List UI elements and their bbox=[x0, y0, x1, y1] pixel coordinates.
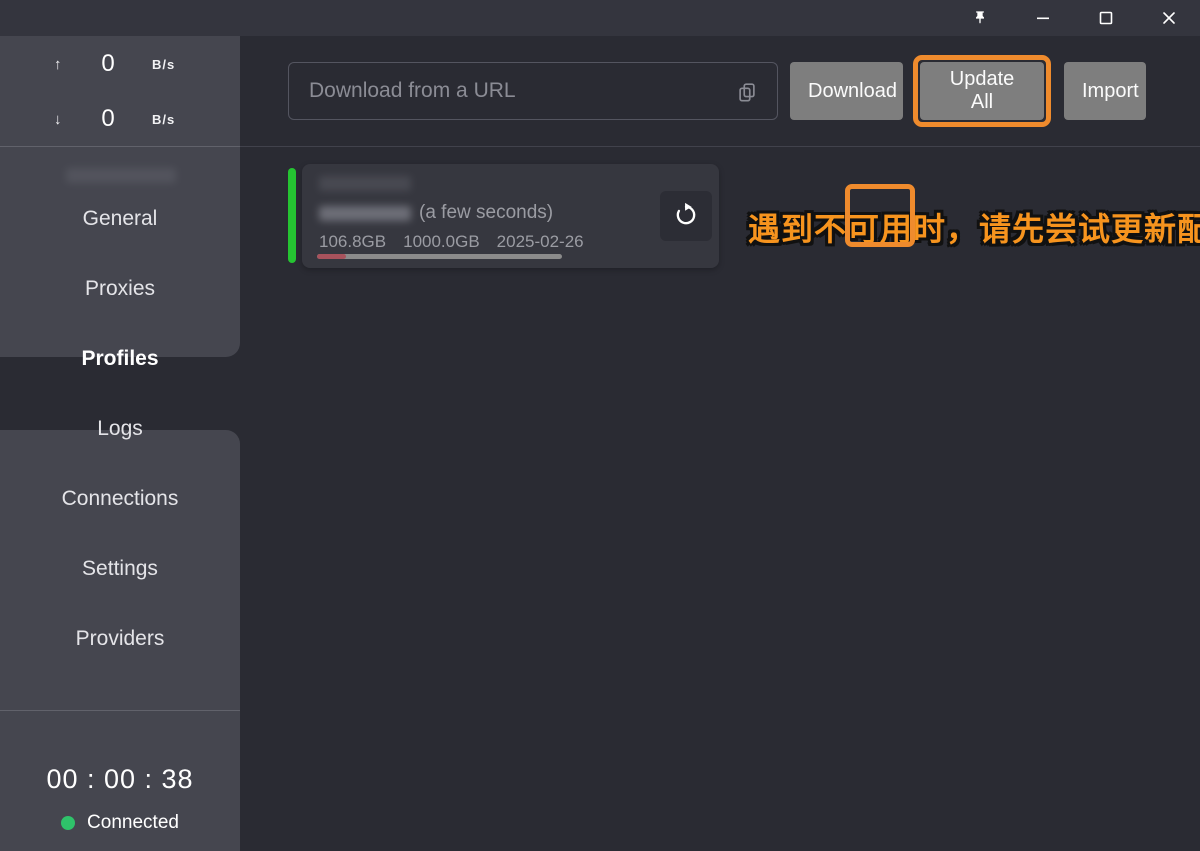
download-speed-row: ↓ 0 B/s bbox=[0, 104, 240, 134]
profile-url-redacted bbox=[319, 206, 411, 221]
sidebar-item-profiles[interactable]: Profiles bbox=[0, 324, 240, 394]
status-label: Connected bbox=[87, 812, 179, 834]
sidebar-item-connections[interactable]: Connections bbox=[0, 464, 240, 534]
close-button[interactable] bbox=[1137, 0, 1200, 36]
profile-subtitle-row: (a few seconds) bbox=[319, 202, 553, 224]
sidebar-item-providers[interactable]: Providers bbox=[0, 604, 240, 674]
sidebar-divider-bottom bbox=[0, 710, 240, 711]
traffic-total: 1000.0GB bbox=[403, 232, 480, 252]
profile-progress-fill bbox=[317, 254, 346, 259]
connection-status: Connected bbox=[0, 812, 240, 834]
sidebar: ↑ 0 B/s ↓ 0 B/s General Proxies Profiles… bbox=[0, 36, 240, 851]
upload-speed-row: ↑ 0 B/s bbox=[0, 49, 240, 79]
pin-icon bbox=[972, 10, 988, 26]
traffic-progress-track bbox=[317, 254, 562, 259]
profile-card[interactable]: (a few seconds) 106.8GB 1000.0GB 2025-02… bbox=[302, 164, 719, 268]
update-profile-button[interactable] bbox=[660, 191, 712, 241]
paste-clipboard-button[interactable] bbox=[732, 80, 762, 106]
profiles-page: Download Update All Import (a few second… bbox=[240, 36, 1200, 851]
chinese-tip-annotation: 遇到不可用时，请先尝试更新配置 bbox=[748, 204, 1200, 250]
profile-updated-ago: (a few seconds) bbox=[419, 202, 553, 224]
download-speed-unit: B/s bbox=[152, 112, 175, 127]
maximize-button[interactable] bbox=[1074, 0, 1137, 36]
profile-active-indicator bbox=[288, 168, 296, 263]
download-speed-value: 0 bbox=[78, 105, 138, 133]
sidebar-item-general[interactable]: General bbox=[0, 184, 240, 254]
toolbar-divider bbox=[240, 146, 1200, 147]
profile-name-redacted bbox=[319, 176, 411, 191]
import-button[interactable]: Import bbox=[1064, 62, 1146, 120]
upload-speed-unit: B/s bbox=[152, 57, 175, 72]
sidebar-divider-top bbox=[0, 146, 240, 147]
sidebar-item-proxies[interactable]: Proxies bbox=[0, 254, 240, 324]
sidebar-item-logs[interactable]: Logs bbox=[0, 394, 240, 464]
download-button[interactable]: Download bbox=[790, 62, 903, 120]
uptime-timer: 00 : 00 : 38 bbox=[0, 764, 240, 795]
traffic-used: 106.8GB bbox=[319, 232, 386, 252]
close-icon bbox=[1162, 11, 1176, 25]
refresh-icon bbox=[672, 201, 700, 232]
minimize-icon bbox=[1036, 11, 1050, 25]
window-controls bbox=[948, 0, 1200, 36]
copy-icon bbox=[736, 81, 758, 106]
profile-stats-row: 106.8GB 1000.0GB 2025-02-26 bbox=[319, 232, 584, 252]
maximize-icon bbox=[1099, 11, 1113, 25]
minimize-button[interactable] bbox=[1011, 0, 1074, 36]
expire-date: 2025-02-26 bbox=[497, 232, 584, 252]
app-window: { "titlebar": { "controls": { "pin": "pi… bbox=[0, 0, 1200, 851]
sidebar-item-settings[interactable]: Settings bbox=[0, 534, 240, 604]
status-dot-icon bbox=[61, 816, 75, 830]
url-input[interactable] bbox=[288, 62, 778, 120]
download-arrow-icon: ↓ bbox=[54, 111, 62, 128]
upload-speed-value: 0 bbox=[78, 50, 138, 78]
update-all-button[interactable]: Update All bbox=[920, 62, 1044, 120]
titlebar bbox=[0, 0, 1200, 36]
pin-button[interactable] bbox=[948, 0, 1011, 36]
upload-arrow-icon: ↑ bbox=[54, 56, 62, 73]
app-logo-redacted bbox=[66, 168, 176, 183]
sidebar-nav: General Proxies Profiles Logs Connection… bbox=[0, 184, 240, 674]
